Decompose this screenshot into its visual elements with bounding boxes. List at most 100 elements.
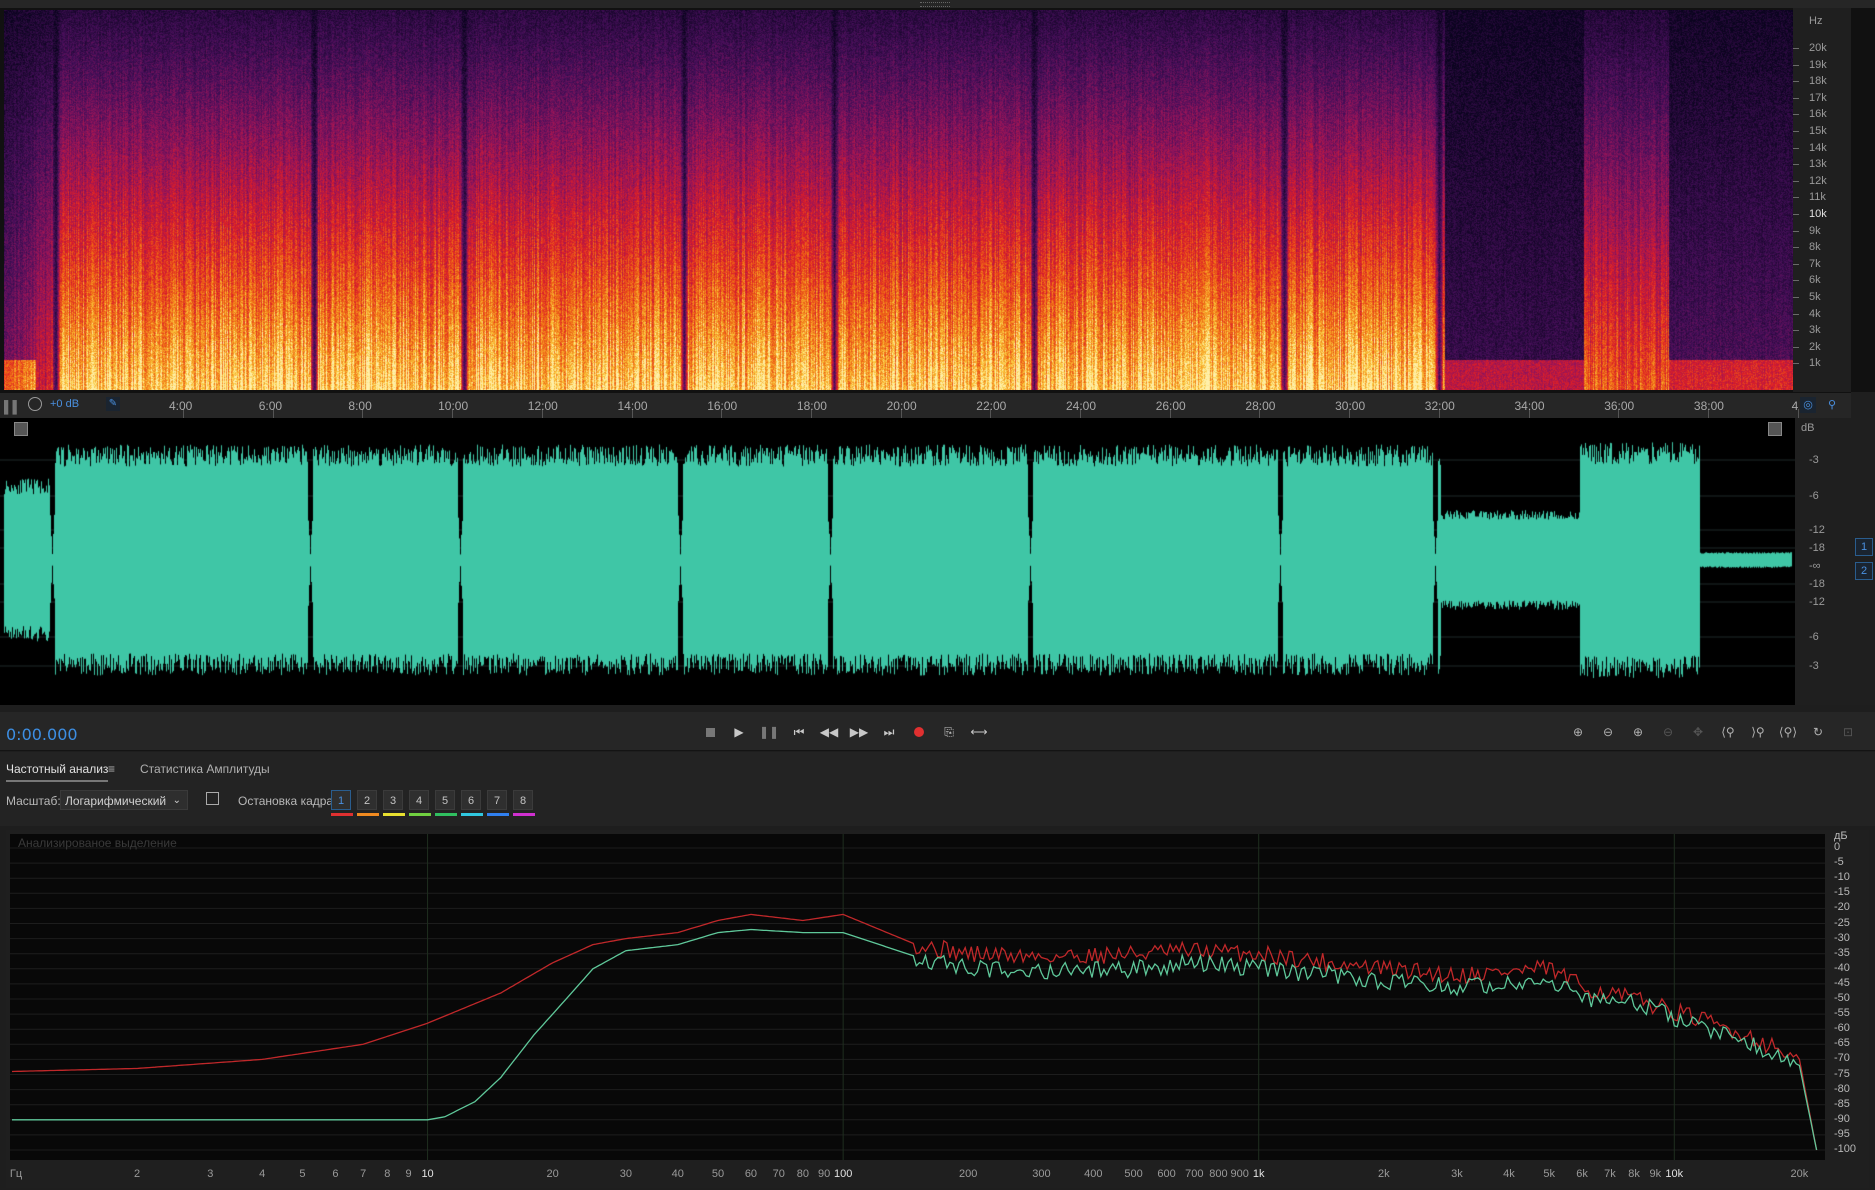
freeze-frame-color [409,813,431,816]
graph-db-label: -75 [1834,1067,1850,1080]
graph-frequency-label: 20k [1790,1168,1809,1180]
hz-label: 3k [1809,324,1821,337]
graph-frequency-label: 9k [1649,1168,1662,1180]
freeze-frame-button-2[interactable]: 2 [357,790,377,810]
hz-label: 18k [1809,75,1827,88]
freeze-frame-button-8[interactable]: 8 [513,790,533,810]
db-label: -3 [1809,660,1819,672]
graph-frequency-label: 200 [959,1168,978,1180]
freeze-frame-button-3[interactable]: 3 [383,790,403,810]
graph-frequency-label: 6 [332,1168,339,1180]
graph-frequency-label: 900 [1230,1168,1249,1180]
play-button[interactable]: ▶ [729,722,749,742]
pause-button[interactable]: ❚❚ [759,722,779,742]
waveform-display[interactable] [0,418,1795,705]
graph-frequency-label: 500 [1124,1168,1143,1180]
scale-label: Масштаб: [6,794,61,808]
gain-readout[interactable]: +0 dB [50,398,79,410]
zoom-reset-icon[interactable]: ↻ [1807,722,1829,742]
scale-dropdown[interactable]: Логарифмический ⌄ [60,790,188,810]
record-button[interactable] [909,722,929,742]
hz-label: 19k [1809,58,1827,71]
time-label: 22:00 [976,399,1007,413]
go-to-end-button[interactable]: ⏭ [879,722,899,742]
zoom-corner-icon[interactable] [1768,422,1782,436]
graph-frequency-label: 7 [360,1168,367,1180]
graph-frequency-label: 7k [1604,1168,1616,1180]
zoom-selected-track-icon[interactable]: ⊡ [1837,722,1859,742]
graph-frequency-label: 20 [546,1168,559,1180]
hz-label: 20k [1809,42,1827,55]
spectrogram[interactable] [4,10,1793,390]
graph-frequency-label: 4 [259,1168,266,1180]
graph-frequency-label: 5 [299,1168,306,1180]
hz-tick [1793,214,1799,215]
zoom-out-amplitude-icon[interactable]: ⊖ [1597,722,1619,742]
graph-db-label: -100 [1834,1143,1857,1155]
time-display[interactable]: 0:00.000 [6,725,78,744]
db-label: -∞ [1809,560,1821,572]
clock-icon[interactable] [28,397,42,411]
hz-tick [1793,131,1799,133]
time-label: 38:00 [1693,399,1724,413]
monitor-icon[interactable]: ◎ [1800,397,1816,413]
graph-db-label: -25 [1834,916,1850,929]
rewind-button[interactable]: ◀◀ [819,722,839,742]
graph-db-label: -30 [1834,931,1850,944]
graph-frequency-label: 8k [1628,1168,1640,1180]
freeze-frame-label: Остановка кадра: [238,794,337,808]
zoom-full-icon[interactable]: ⟨⚲⟩ [1777,722,1799,742]
zoom-in-amplitude-icon[interactable]: ⊕ [1567,722,1589,742]
time-label: 8:00 [348,399,372,413]
resize-grip[interactable] [920,2,950,7]
time-label: 4 [1791,399,1799,413]
channel-2-toggle[interactable]: 2 [1855,562,1873,580]
hz-tick [1793,330,1799,332]
hz-label: 11k [1809,191,1826,204]
freeze-frame-color [487,813,509,816]
skip-selection-button[interactable]: ⟷ [969,722,989,742]
freeze-frame-button-4[interactable]: 4 [409,790,429,810]
time-ruler[interactable]: ▌▌ +0 dB ✎ 4:00 6:00 8:00 10:00 12:00 14:00 16… [0,392,1875,420]
zoom-in-point-icon[interactable]: ⟨⚲ [1717,722,1739,742]
graph-db-label: -70 [1834,1052,1850,1065]
graph-frequency-label: 400 [1084,1168,1103,1180]
pin-icon[interactable]: ✎ [106,397,120,411]
db-label: -12 [1809,524,1825,536]
panel-menu-icon[interactable]: ≡ [108,762,115,776]
hz-tick [1793,297,1799,298]
zoom-in-time-icon[interactable]: ⊕ [1627,722,1649,742]
loop-playback-button[interactable]: ⎘ [939,722,959,742]
graph-frequency-label: 2 [134,1168,141,1180]
zoom-selection-icon[interactable]: ✥ [1687,722,1709,742]
graph-frequency-label: 10 [421,1168,434,1180]
freeze-frame-button-1[interactable]: 1 [331,790,351,810]
db-label: dB [1801,422,1815,434]
zoom-corner-icon[interactable] [14,422,28,436]
freeze-frame-button-5[interactable]: 5 [435,790,455,810]
freeze-frame-button-7[interactable]: 7 [487,790,507,810]
copy-icon[interactable] [206,792,219,805]
hz-tick [1793,363,1799,365]
freeze-frame-color [435,813,457,816]
tab-frequency-analysis[interactable]: Частотный анализ [6,762,109,782]
freeze-frame-button-6[interactable]: 6 [461,790,481,810]
graph-db-label: -55 [1834,1007,1850,1020]
zoom-out-point-icon[interactable]: ⟩⚲ [1747,722,1769,742]
waveform[interactable] [0,418,1795,705]
hz-tick [1793,197,1799,199]
frequency-analysis-graph[interactable] [10,834,1825,1160]
graph-frequency-label: 2k [1378,1168,1390,1180]
graph-frequency-label: 70 [772,1168,785,1180]
hz-label: 5k [1809,291,1821,303]
amplitude-ruler: dB -3 -6 -12 -18 -∞ -18 -12 -6 -3 [1795,418,1851,705]
graph-frequency-label: 10k [1665,1168,1684,1180]
channel-1-toggle[interactable]: 1 [1855,538,1873,556]
hz-label: 4k [1809,307,1821,320]
tab-amplitude-statistics[interactable]: Статистика Амплитуды [140,762,270,776]
stop-button[interactable] [700,722,720,742]
fast-forward-button[interactable]: ▶▶ [849,722,869,742]
marker-icon[interactable]: ⚲ [1824,397,1840,413]
go-to-start-button[interactable]: ⏮ [789,722,809,742]
zoom-out-time-icon[interactable]: ⊖ [1657,722,1679,742]
